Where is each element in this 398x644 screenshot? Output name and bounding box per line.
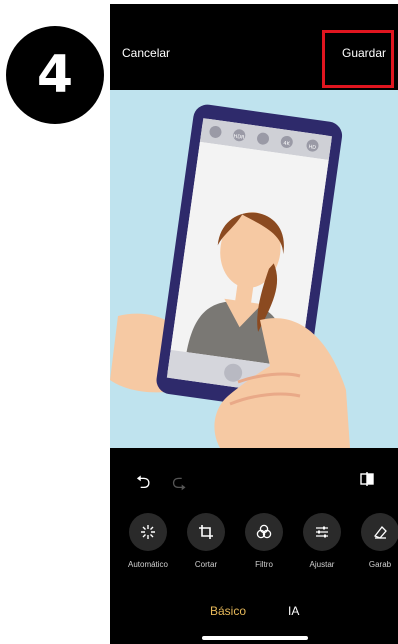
tools-row: Automático Cortar Filtro Ajustar Garab xyxy=(110,513,398,575)
edit-controls-row: ⮌ ⮎ xyxy=(110,464,398,494)
mode-tabs: Básico IA xyxy=(110,600,398,624)
undo-icon[interactable]: ⮌ xyxy=(136,470,150,500)
sliders-icon[interactable] xyxy=(303,513,341,551)
tool-label: Garab xyxy=(368,560,392,569)
redo-icon[interactable]: ⮎ xyxy=(172,470,186,500)
tool-garabato[interactable]: Garab xyxy=(345,513,398,575)
photo-editor-screen: Cancelar Guardar HDR 4K HD ⮌ ⮎ Automátic… xyxy=(110,4,398,644)
save-highlight-box xyxy=(322,30,394,88)
tab-ia[interactable]: IA xyxy=(288,604,299,618)
compare-icon[interactable] xyxy=(360,472,374,486)
top-bar: Cancelar Guardar xyxy=(110,4,398,90)
cancel-button[interactable]: Cancelar xyxy=(122,46,170,60)
step-number-badge: 4 xyxy=(6,26,104,124)
home-indicator xyxy=(202,636,308,640)
svg-text:HD: HD xyxy=(308,144,317,151)
photo-preview: HDR 4K HD xyxy=(110,90,398,448)
selfie-illustration: HDR 4K HD xyxy=(110,104,350,448)
filter-icon[interactable] xyxy=(245,513,283,551)
tab-basico[interactable]: Básico xyxy=(210,604,246,618)
magic-wand-icon[interactable] xyxy=(129,513,167,551)
crop-icon[interactable] xyxy=(187,513,225,551)
eraser-icon[interactable] xyxy=(361,513,398,551)
